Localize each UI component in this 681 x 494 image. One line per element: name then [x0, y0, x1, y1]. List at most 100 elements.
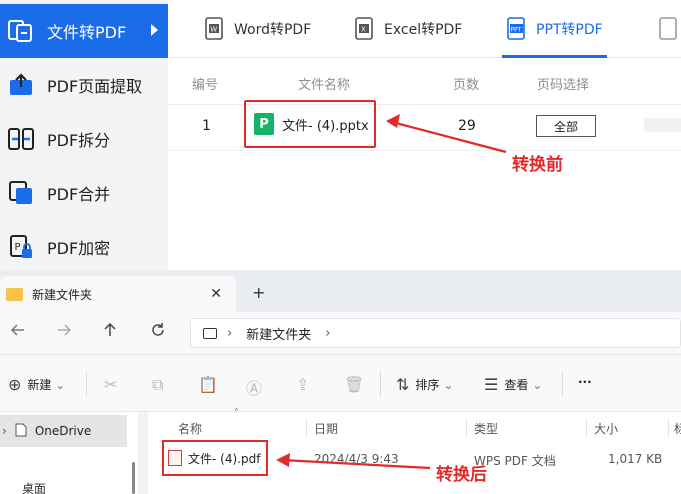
sidebar-item-split[interactable]: PDF拆分: [0, 112, 168, 166]
explorer-tab[interactable]: 新建文件夹 ✕: [0, 276, 236, 312]
annotation-after: 转换后: [436, 465, 487, 485]
rename-icon[interactable]: Ⓐ: [246, 375, 268, 399]
chevron-right-icon: [151, 24, 158, 36]
tab-ppt-to-pdf[interactable]: PPT PPT转PDF: [502, 0, 607, 58]
page-extract-icon: [7, 71, 35, 99]
new-tab-button[interactable]: +: [252, 283, 265, 302]
chevron-right-icon: ›: [227, 325, 233, 341]
back-arrow-icon[interactable]: [10, 322, 26, 342]
tab-label: Excel转PDF: [384, 22, 463, 38]
more-options-icon[interactable]: ···: [578, 375, 592, 389]
chevron-down-icon: ⌄: [55, 377, 66, 392]
breadcrumb-folder[interactable]: 新建文件夹: [246, 324, 311, 343]
view-button[interactable]: ☰ 查看 ⌄: [484, 375, 542, 394]
forward-arrow-icon[interactable]: [56, 322, 72, 342]
sidebar-item-encrypt[interactable]: P PDF加密: [0, 220, 168, 274]
scrollbar[interactable]: [132, 462, 135, 494]
column-header-tags[interactable]: 标: [674, 420, 681, 437]
tab-label: PPT转PDF: [536, 22, 603, 38]
nav-item-onedrive[interactable]: › OneDrive: [0, 415, 127, 447]
chevron-down-icon: ⌄: [532, 377, 543, 392]
explorer-navbar: › 新建文件夹 ›: [0, 312, 681, 354]
navigation-pane: › OneDrive 桌面: [0, 412, 138, 494]
view-button-label: 查看: [504, 378, 529, 392]
explorer-titlebar: 新建文件夹 ✕ +: [0, 270, 681, 312]
file-convert-icon: [7, 17, 35, 45]
sidebar-item-label: PDF加密: [47, 239, 111, 258]
file-icon: [658, 17, 680, 41]
page-select-button[interactable]: 全部: [536, 115, 596, 137]
column-header-page-select: 页码选择: [537, 78, 590, 93]
column-separator: [586, 418, 587, 438]
column-separator: [466, 418, 467, 438]
document-icon: [15, 423, 27, 440]
sidebar-item-label: PDF拆分: [47, 131, 111, 150]
tab-more[interactable]: [658, 0, 681, 58]
highlighted-output-file[interactable]: 文件- (4).pdf: [162, 440, 268, 476]
column-separator: [668, 418, 669, 438]
pdf-file-icon: [168, 450, 182, 466]
chevron-right-icon[interactable]: ›: [325, 326, 330, 341]
close-tab-icon[interactable]: ✕: [210, 286, 222, 302]
conversion-tabs: W Word转PDF X Excel转PDF PPT PPT转PDF: [168, 0, 681, 58]
refresh-icon[interactable]: [150, 322, 166, 342]
copy-icon[interactable]: ⧉: [152, 375, 169, 395]
row-index: 1: [202, 118, 211, 134]
sidebar-item-page-extract[interactable]: PDF页面提取: [0, 58, 168, 112]
progress-placeholder: [644, 118, 681, 132]
share-icon[interactable]: ⇪: [296, 375, 315, 394]
svg-text:W: W: [210, 26, 217, 34]
highlighted-source-file: P 文件- (4).pptx: [244, 100, 376, 148]
toolbar-separator: [380, 371, 381, 397]
nav-item-desktop[interactable]: 桌面: [22, 480, 46, 494]
column-header-size[interactable]: 大小: [594, 420, 618, 437]
annotation-before: 转换前: [512, 155, 563, 175]
column-header-type[interactable]: 类型: [474, 420, 498, 437]
nav-item-label: 桌面: [22, 482, 47, 494]
column-header-index: 编号: [192, 78, 219, 93]
excel-file-icon: X: [354, 17, 376, 41]
sort-button[interactable]: ⇅ 排序 ⌄: [396, 375, 453, 394]
chevron-down-icon: ⌄: [443, 377, 454, 392]
sidebar-item-file-to-pdf[interactable]: 文件转PDF: [0, 4, 168, 58]
file-explorer: 新建文件夹 ✕ + › 新建文件夹 › ⊕ 新建 ⌄ ✂ ⧉ 📋 Ⓐ ⇪ 🗑 ⇅…: [0, 270, 681, 494]
paste-icon[interactable]: 📋: [198, 375, 224, 394]
explorer-tab-title: 新建文件夹: [32, 287, 93, 302]
column-header-pages: 页数: [453, 78, 480, 93]
column-separator: [306, 418, 307, 438]
plus-circle-icon: ⊕: [8, 375, 22, 394]
file-list: 名称 ˄ 日期 类型 大小 标 文件- (4).pdf 2024/4/3 9:4…: [148, 408, 681, 494]
column-header-date[interactable]: 日期: [314, 420, 338, 437]
chevron-right-icon[interactable]: ›: [2, 424, 7, 438]
sort-caret-icon: ˄: [234, 408, 239, 419]
source-file-name: 文件- (4).pptx: [282, 118, 369, 134]
split-icon: [7, 125, 35, 153]
sort-button-label: 排序: [415, 378, 440, 392]
tab-excel-to-pdf[interactable]: X Excel转PDF: [354, 0, 462, 58]
toolbar-separator: [562, 371, 563, 397]
sidebar-item-label: PDF合并: [47, 185, 111, 204]
svg-text:PPT: PPT: [511, 27, 522, 34]
cut-icon[interactable]: ✂: [104, 375, 123, 394]
sidebar-item-label: 文件转PDF: [47, 23, 127, 42]
address-bar[interactable]: › 新建文件夹 ›: [190, 318, 681, 348]
monitor-icon: [203, 327, 217, 339]
column-header-name[interactable]: 名称: [178, 420, 202, 437]
up-arrow-icon[interactable]: [102, 322, 118, 342]
new-button-label: 新建: [27, 378, 52, 392]
sidebar-item-label: PDF页面提取: [47, 77, 143, 96]
new-button[interactable]: ⊕ 新建 ⌄: [8, 375, 65, 394]
divider: [168, 150, 681, 151]
word-file-icon: W: [204, 17, 226, 41]
sidebar-item-merge[interactable]: PDF合并: [0, 166, 168, 220]
file-size: 1,017 KB: [608, 452, 663, 466]
explorer-command-bar: ⊕ 新建 ⌄ ✂ ⧉ 📋 Ⓐ ⇪ 🗑 ⇅ 排序 ⌄ ☰ 查看 ⌄ ···: [0, 354, 681, 412]
folder-icon: [6, 287, 23, 301]
delete-icon[interactable]: 🗑: [344, 375, 370, 394]
tab-label: Word转PDF: [234, 22, 312, 38]
tab-word-to-pdf[interactable]: W Word转PDF: [204, 0, 311, 58]
ppt-badge-icon: P: [254, 113, 274, 135]
merge-icon: [7, 179, 35, 207]
ppt-file-icon: PPT: [506, 17, 528, 41]
converter-app: 文件转PDF PDF页面提取 PDF拆分 PDF合并 P PDF加密 W Wor…: [0, 0, 681, 270]
